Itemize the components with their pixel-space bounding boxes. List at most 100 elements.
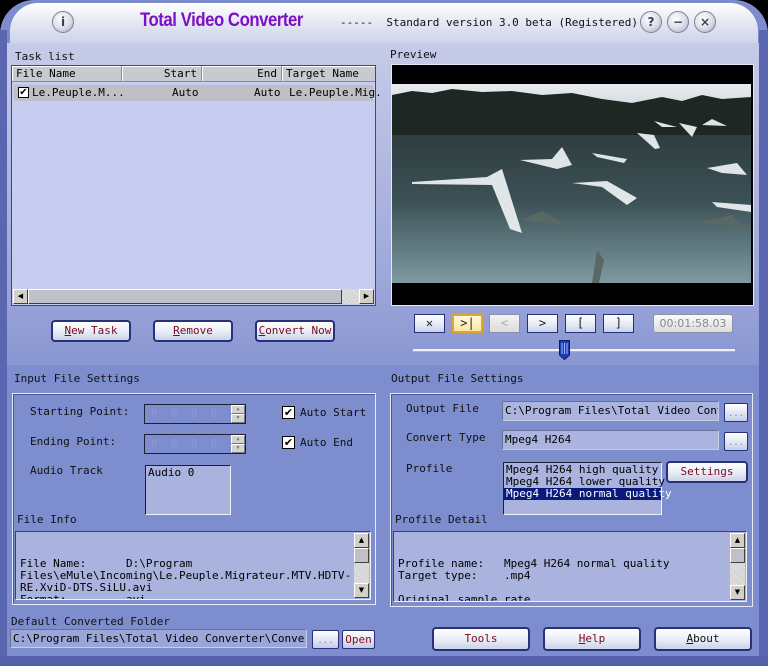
spin-down-icon: ▼ [236,445,240,451]
scroll-thumb[interactable] [730,548,745,563]
output-settings-label: Output File Settings [391,372,524,385]
button-label: ew Task [71,324,118,337]
arrow-up-icon: ▲ [358,536,365,544]
settings-button[interactable]: Settings [666,461,748,483]
output-folder-browse-button[interactable]: ... [312,630,339,649]
minimize-icon: − [672,15,684,29]
checkmark-icon: ✔ [283,406,294,419]
profile-option-selected[interactable]: Mpeg4 H264 normal quality [504,488,672,500]
profile-detail-text[interactable]: Profile name: Mpeg4 H264 normal quality … [393,531,747,602]
button-label: elp [585,632,606,645]
output-file-input[interactable]: C:\Program Files\Total Video Convert [502,401,719,421]
window-left-border [0,30,7,666]
arrow-up-icon: ▲ [734,536,741,544]
video-frame [392,65,751,303]
table-row[interactable]: ✔ Le.Peuple.M... Auto Auto Le.Peuple.Mig… [14,85,382,101]
checkmark-icon: ✔ [19,87,28,98]
task-list[interactable]: File Name Start End Target Name ✔ Le.Peu… [11,65,382,306]
arrow-right-icon: ▶ [363,292,370,300]
scroll-up-button[interactable]: ▲ [354,533,369,548]
ending-point-spinner[interactable]: 0 0 0 0 ▲ ▼ [144,434,246,454]
scroll-left-button[interactable]: ◀ [13,289,28,304]
starting-point-up[interactable]: ▲ [231,405,245,414]
previous-icon: < [500,316,509,330]
output-file-label: Output File [406,402,479,415]
scroll-thumb[interactable] [28,289,342,304]
scroll-right-button[interactable]: ▶ [359,289,374,304]
next-icon: > [538,316,547,330]
starting-point-spinner[interactable]: 0 0 0 0 ▲ ▼ [144,404,246,424]
ending-point-up[interactable]: ▲ [231,435,245,444]
horizontal-scrollbar[interactable]: ◀ ▶ [13,289,374,304]
input-settings-label: Input File Settings [14,372,140,385]
column-header-start[interactable]: Start [122,66,202,82]
mark-out-button[interactable]: ] [603,314,634,333]
open-folder-button[interactable]: Open [342,630,375,649]
window-bottom-border [0,656,768,666]
file-info-text[interactable]: File Name: D:\Program Files\eMule\Incomi… [15,531,371,600]
profile-detail-label: Profile Detail [395,513,488,526]
remove-button[interactable]: Remove [153,320,233,342]
minimize-button[interactable]: − [667,11,689,33]
file-info-scrollbar[interactable]: ▲ ▼ [354,533,369,598]
spin-up-icon: ▲ [236,436,240,442]
version-text: ----- Standard version 3.0 beta (Registe… [340,16,639,29]
app-title: Total Video Converter [140,10,303,31]
column-header-target-name[interactable]: Target Name [282,66,375,82]
cell-start: Auto [172,86,199,99]
convert-type-browse-button[interactable]: ... [724,432,748,451]
seek-slider[interactable] [413,349,735,352]
audio-track-label: Audio Track [30,464,103,477]
next-frame-button[interactable]: > [527,314,558,333]
button-label: bout [693,632,720,645]
stop-button[interactable]: ✕ [414,314,445,333]
scroll-down-button[interactable]: ▼ [354,583,369,598]
new-task-button[interactable]: New Task [51,320,131,342]
video-preview[interactable] [391,64,754,306]
help-button[interactable]: Help [543,627,641,651]
convert-now-button[interactable]: Convert Now [255,320,335,342]
play-to-end-button[interactable]: >| [452,314,483,333]
mark-in-button[interactable]: [ [565,314,596,333]
scroll-down-button[interactable]: ▼ [730,585,745,600]
accel-key: R [173,324,180,337]
previous-frame-button[interactable]: < [489,314,520,333]
starting-point-down[interactable]: ▼ [231,414,245,423]
arrow-down-icon: ▼ [734,588,741,596]
convert-type-input[interactable]: Mpeg4 H264 [502,430,719,450]
timecode-display: 00:01:58.03 [653,314,733,333]
scroll-track[interactable] [730,563,745,587]
close-button[interactable]: × [694,11,716,33]
starting-point-label: Starting Point: [30,405,130,418]
column-header-file-name[interactable]: File Name [12,66,122,82]
checkmark-icon: ✔ [283,436,294,449]
column-header-end[interactable]: End [202,66,282,82]
audio-track-list[interactable]: Audio 0 [145,465,231,515]
auto-end-checkbox[interactable]: ✔ [282,436,295,449]
profile-detail-scrollbar[interactable]: ▲ ▼ [730,533,745,600]
button-label: emove [179,324,213,337]
tools-button[interactable]: Tools [432,627,530,651]
about-button[interactable]: About [654,627,752,651]
info-button[interactable]: i [52,11,74,33]
spin-down-icon: ▼ [236,415,240,421]
ending-point-down[interactable]: ▼ [231,444,245,453]
output-file-browse-button[interactable]: ... [724,403,748,422]
help-title-button[interactable]: ? [640,11,662,33]
auto-start-checkbox[interactable]: ✔ [282,406,295,419]
seek-slider-thumb[interactable] [559,340,571,360]
button-label: onvert Now [265,324,332,337]
stop-icon: ✕ [425,316,434,330]
scroll-track[interactable] [354,563,369,585]
row-checkbox[interactable]: ✔ [18,87,29,98]
audio-track-option[interactable]: Audio 0 [146,466,230,480]
mark-out-icon: ] [614,316,623,330]
profile-list[interactable]: Mpeg4 H264 high quality Mpeg4 H264 lower… [503,462,672,515]
cell-end: Auto [254,86,281,99]
scroll-track[interactable] [342,289,359,304]
profile-detail-content: Profile name: Mpeg4 H264 normal quality … [398,557,670,602]
convert-type-label: Convert Type [406,431,486,444]
scroll-thumb[interactable] [354,548,369,563]
output-folder-input[interactable]: C:\Program Files\Total Video Converter\C… [10,629,307,648]
scroll-up-button[interactable]: ▲ [730,533,745,548]
